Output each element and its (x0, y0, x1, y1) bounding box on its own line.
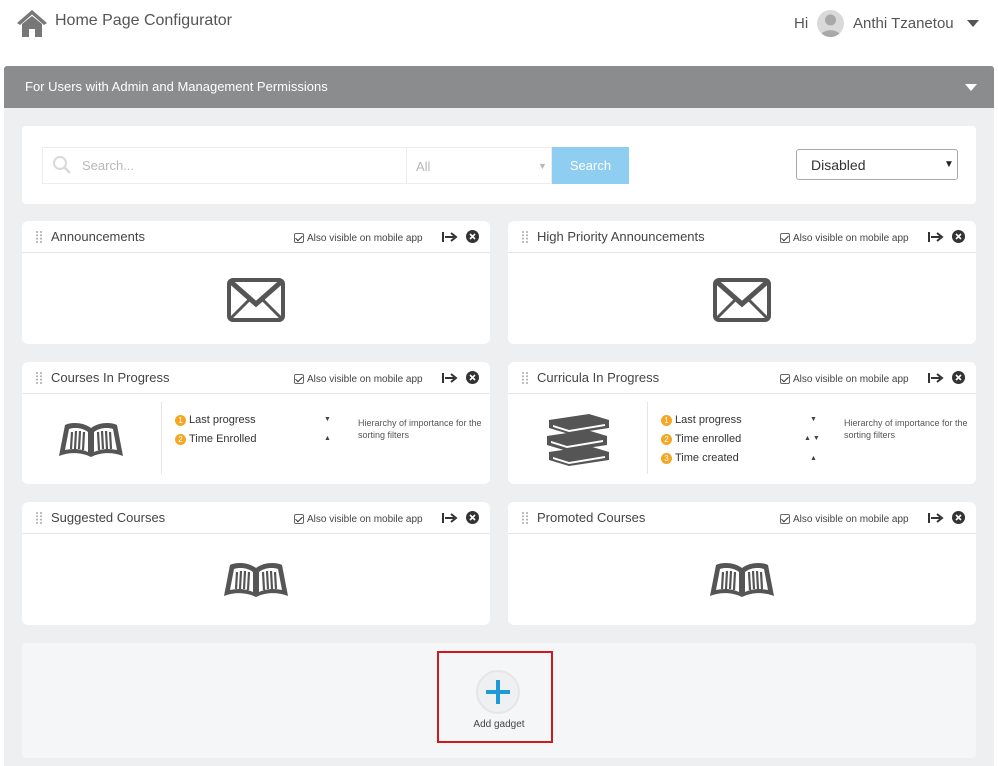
drag-handle-icon[interactable] (35, 511, 43, 525)
plus-icon (486, 680, 510, 704)
section-header[interactable]: For Users with Admin and Management Perm… (4, 66, 994, 108)
search-button[interactable]: Search (552, 147, 629, 184)
gadget-title: Courses In Progress (51, 370, 170, 385)
drag-handle-icon[interactable] (35, 230, 43, 244)
remove-icon[interactable] (952, 230, 965, 243)
status-select-value: Disabled (811, 157, 866, 173)
mobile-visible-label: Also visible on mobile app (793, 374, 909, 385)
remove-icon[interactable] (952, 511, 965, 524)
add-gadget-button[interactable] (476, 670, 520, 714)
move-arrow-icon[interactable] (928, 371, 944, 385)
gadget-header: High Priority Announcements Also visible… (508, 221, 976, 253)
sort-item[interactable]: 3 Time created (661, 452, 739, 464)
sort-item[interactable]: 2 Time Enrolled (175, 433, 256, 445)
gadget-header: Curricula In Progress Also visible on mo… (508, 362, 976, 394)
drag-handle-icon[interactable] (521, 371, 529, 385)
mobile-visible-checkbox[interactable] (780, 374, 790, 384)
move-arrow-icon[interactable] (442, 371, 458, 385)
open-book-icon (710, 563, 774, 597)
gadget-curricula-in-progress: Curricula In Progress Also visible on mo… (508, 362, 976, 484)
gadget-title: Announcements (51, 229, 145, 244)
book-stack-icon (547, 414, 609, 466)
drag-handle-icon[interactable] (521, 511, 529, 525)
status-caret-icon: ▼ (944, 159, 954, 170)
mobile-visible-label: Also visible on mobile app (793, 514, 909, 525)
move-arrow-icon[interactable] (928, 511, 944, 525)
gadget-announcements: Announcements Also visible on mobile app (22, 221, 490, 344)
gadget-courses-in-progress: Courses In Progress Also visible on mobi… (22, 362, 490, 484)
remove-icon[interactable] (466, 371, 479, 384)
sort-item[interactable]: 2 Time enrolled (661, 433, 741, 445)
remove-icon[interactable] (952, 371, 965, 384)
sort-up-down-icon[interactable]: ▲ ▼ (804, 435, 820, 442)
greeting-text: Hi (794, 15, 809, 32)
page-title: Home Page Configurator (55, 12, 232, 29)
hierarchy-note: Hierarchy of importance for the sorting … (358, 418, 482, 440)
remove-icon[interactable] (466, 511, 479, 524)
move-arrow-icon[interactable] (442, 230, 458, 244)
search-icon (53, 156, 71, 174)
drag-handle-icon[interactable] (35, 371, 43, 385)
envelope-icon (713, 278, 771, 322)
gadget-suggested-courses: Suggested Courses Also visible on mobile… (22, 502, 490, 625)
search-placeholder: Search... (82, 158, 135, 173)
mobile-visible-label: Also visible on mobile app (307, 233, 423, 244)
sort-item[interactable]: 1 Last progress (175, 414, 256, 426)
hierarchy-note: Hierarchy of importance for the sorting … (844, 418, 968, 440)
gadget-header: Promoted Courses Also visible on mobile … (508, 502, 976, 534)
gadget-title: High Priority Announcements (537, 229, 705, 244)
envelope-icon (227, 278, 285, 322)
mobile-visible-checkbox[interactable] (294, 514, 304, 524)
top-bar: Home Page Configurator Hi Anthi Tzanetou (0, 0, 998, 60)
mobile-visible-label: Also visible on mobile app (793, 233, 909, 244)
gadget-header: Announcements Also visible on mobile app (22, 221, 490, 253)
section-title: For Users with Admin and Management Perm… (25, 79, 328, 94)
sort-up-icon[interactable]: ▲ (810, 455, 817, 462)
move-arrow-icon[interactable] (928, 230, 944, 244)
gadget-header: Courses In Progress Also visible on mobi… (22, 362, 490, 394)
open-book-icon (59, 423, 123, 457)
add-gadget-label[interactable]: Add gadget (437, 719, 561, 730)
mobile-visible-label: Also visible on mobile app (307, 514, 423, 525)
sort-down-icon[interactable]: ▼ (324, 416, 331, 423)
user-menu-caret-icon[interactable] (967, 20, 979, 27)
mobile-visible-checkbox[interactable] (294, 374, 304, 384)
sort-item[interactable]: 1 Last progress (661, 414, 742, 426)
collapse-caret-icon[interactable] (965, 84, 977, 91)
gadget-header: Suggested Courses Also visible on mobile… (22, 502, 490, 534)
divider (647, 402, 648, 474)
open-book-icon (224, 563, 288, 597)
gadget-high-priority-announcements: High Priority Announcements Also visible… (508, 221, 976, 344)
mobile-visible-checkbox[interactable] (780, 233, 790, 243)
mobile-visible-checkbox[interactable] (294, 233, 304, 243)
move-arrow-icon[interactable] (442, 511, 458, 525)
filter-caret-icon: ▼ (538, 161, 547, 171)
filter-select-value: All (416, 159, 431, 174)
gadget-promoted-courses: Promoted Courses Also visible on mobile … (508, 502, 976, 625)
divider (161, 402, 162, 474)
gadget-title: Curricula In Progress (537, 370, 660, 385)
user-name[interactable]: Anthi Tzanetou (853, 15, 954, 32)
sort-up-icon[interactable]: ▲ (324, 435, 331, 442)
sort-down-icon[interactable]: ▼ (810, 416, 817, 423)
avatar[interactable] (817, 10, 844, 37)
mobile-visible-checkbox[interactable] (780, 514, 790, 524)
drag-handle-icon[interactable] (521, 230, 529, 244)
remove-icon[interactable] (466, 230, 479, 243)
gadget-title: Promoted Courses (537, 510, 646, 525)
user-avatar-icon (820, 14, 841, 37)
home-icon[interactable] (16, 8, 48, 38)
mobile-visible-label: Also visible on mobile app (307, 374, 423, 385)
gadget-title: Suggested Courses (51, 510, 166, 525)
